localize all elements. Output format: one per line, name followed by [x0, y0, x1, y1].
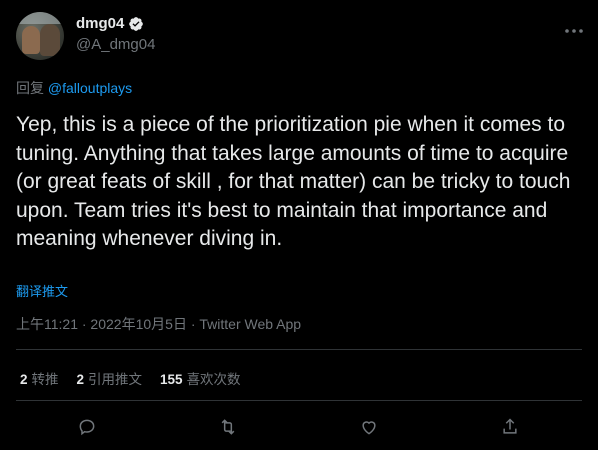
avatar-background — [16, 12, 64, 24]
share-icon[interactable] — [495, 412, 525, 442]
likes-label: 喜欢次数 — [186, 372, 241, 387]
verified-badge-icon — [129, 16, 144, 31]
quotes-label: 引用推文 — [88, 372, 143, 387]
divider — [16, 349, 582, 350]
more-dots — [565, 29, 583, 33]
retweets-stat[interactable]: 2 转推 — [20, 368, 59, 388]
avatar-person-left — [22, 26, 40, 54]
like-icon-glyph — [362, 421, 376, 435]
tweet-text: Yep, this is a piece of the prioritizati… — [16, 113, 571, 250]
avatar[interactable] — [16, 12, 64, 60]
quotes-count: 2 — [76, 372, 85, 387]
author-name-row[interactable]: dmg04 — [76, 15, 144, 32]
likes-count: 155 — [160, 372, 183, 387]
avatar-person-right — [40, 24, 60, 56]
display-name[interactable]: dmg04 — [76, 15, 124, 32]
like-icon[interactable] — [354, 412, 384, 442]
retweets-count: 2 — [20, 372, 28, 387]
reply-icon[interactable] — [72, 412, 102, 442]
retweets-label: 转推 — [31, 372, 59, 387]
more-icon[interactable] — [564, 18, 584, 39]
action-bar — [0, 412, 598, 442]
retweet-icon-glyph — [221, 419, 235, 435]
translate-tweet-link[interactable]: 翻译推文 — [16, 281, 68, 300]
reply-mention-link[interactable]: @falloutplays — [48, 80, 132, 96]
quotes-stat[interactable]: 2 引用推文 — [77, 368, 143, 388]
share-icon-glyph — [503, 418, 517, 434]
likes-stat[interactable]: 155 喜欢次数 — [160, 368, 241, 388]
user-handle[interactable]: @A_dmg04 — [76, 36, 155, 53]
reply-icon-glyph — [79, 419, 95, 436]
reply-prefix: 回复 — [16, 80, 48, 96]
replying-to: 回复 @falloutplays — [16, 78, 132, 98]
divider — [16, 400, 582, 401]
tweet-stats: 2 转推 2 引用推文 155 喜欢次数 — [20, 368, 241, 388]
retweet-icon[interactable] — [213, 412, 243, 442]
tweet-timestamp[interactable]: 上午11:21 · 2022年10月5日 · Twitter Web App — [16, 314, 301, 334]
